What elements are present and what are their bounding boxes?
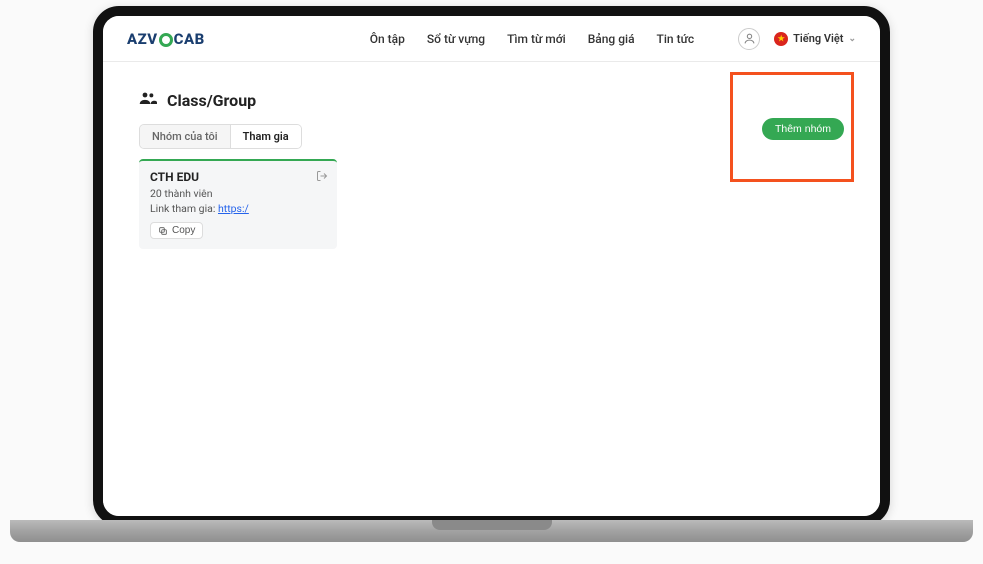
- users-group-icon: [139, 90, 157, 110]
- join-link-label: Link tham gia:: [150, 202, 215, 215]
- nav-news[interactable]: Tin tức: [657, 32, 695, 46]
- laptop-frame: AZV CAB Ôn tập Sổ từ vựng Tìm từ mới Bản…: [93, 6, 890, 526]
- language-switcher[interactable]: ★ Tiếng Việt ⌄: [774, 32, 856, 46]
- group-card-title: CTH EDU: [150, 170, 326, 184]
- group-join-link-row: Link tham gia: https:/: [150, 202, 326, 215]
- nav-pricing[interactable]: Bảng giá: [588, 32, 635, 46]
- group-member-count: 20 thành viên: [150, 187, 326, 200]
- logo-text-suffix: CAB: [174, 30, 205, 48]
- logo-text-prefix: AZV: [127, 30, 158, 48]
- app-screen: AZV CAB Ôn tập Sổ từ vựng Tìm từ mới Bản…: [103, 16, 880, 516]
- tab-my-groups[interactable]: Nhóm của tôi: [140, 125, 231, 148]
- group-tabs: Nhóm của tôi Tham gia: [139, 124, 302, 149]
- chevron-down-icon: ⌄: [848, 34, 856, 44]
- main-content: Class/Group Nhóm của tôi Tham gia CTH ED…: [103, 62, 880, 516]
- flag-icon: ★: [774, 32, 788, 46]
- language-label: Tiếng Việt: [793, 32, 843, 45]
- logo-o-icon: [159, 33, 173, 47]
- profile-icon[interactable]: [738, 28, 760, 50]
- join-link-value[interactable]: https:/: [218, 202, 249, 215]
- copy-label: Copy: [172, 225, 195, 236]
- app-header: AZV CAB Ôn tập Sổ từ vựng Tìm từ mới Bản…: [103, 16, 880, 62]
- copy-link-button[interactable]: Copy: [150, 222, 203, 239]
- copy-icon: [158, 226, 168, 236]
- header-right: ★ Tiếng Việt ⌄: [738, 28, 856, 50]
- leave-group-icon[interactable]: [316, 170, 328, 185]
- nav-review[interactable]: Ôn tập: [370, 32, 405, 46]
- nav-find-words[interactable]: Tìm từ mới: [507, 32, 566, 46]
- tab-join[interactable]: Tham gia: [231, 125, 301, 148]
- nav-vocabulary[interactable]: Sổ từ vựng: [427, 32, 485, 46]
- laptop-base: [10, 520, 973, 542]
- page-title: Class/Group: [167, 91, 256, 110]
- add-group-button[interactable]: Thêm nhóm: [762, 118, 844, 140]
- main-nav: Ôn tập Sổ từ vựng Tìm từ mới Bảng giá Ti…: [370, 32, 694, 46]
- group-card: CTH EDU 20 thành viên Link tham gia: htt…: [139, 159, 337, 249]
- brand-logo[interactable]: AZV CAB: [127, 30, 205, 48]
- laptop-notch: [432, 520, 552, 530]
